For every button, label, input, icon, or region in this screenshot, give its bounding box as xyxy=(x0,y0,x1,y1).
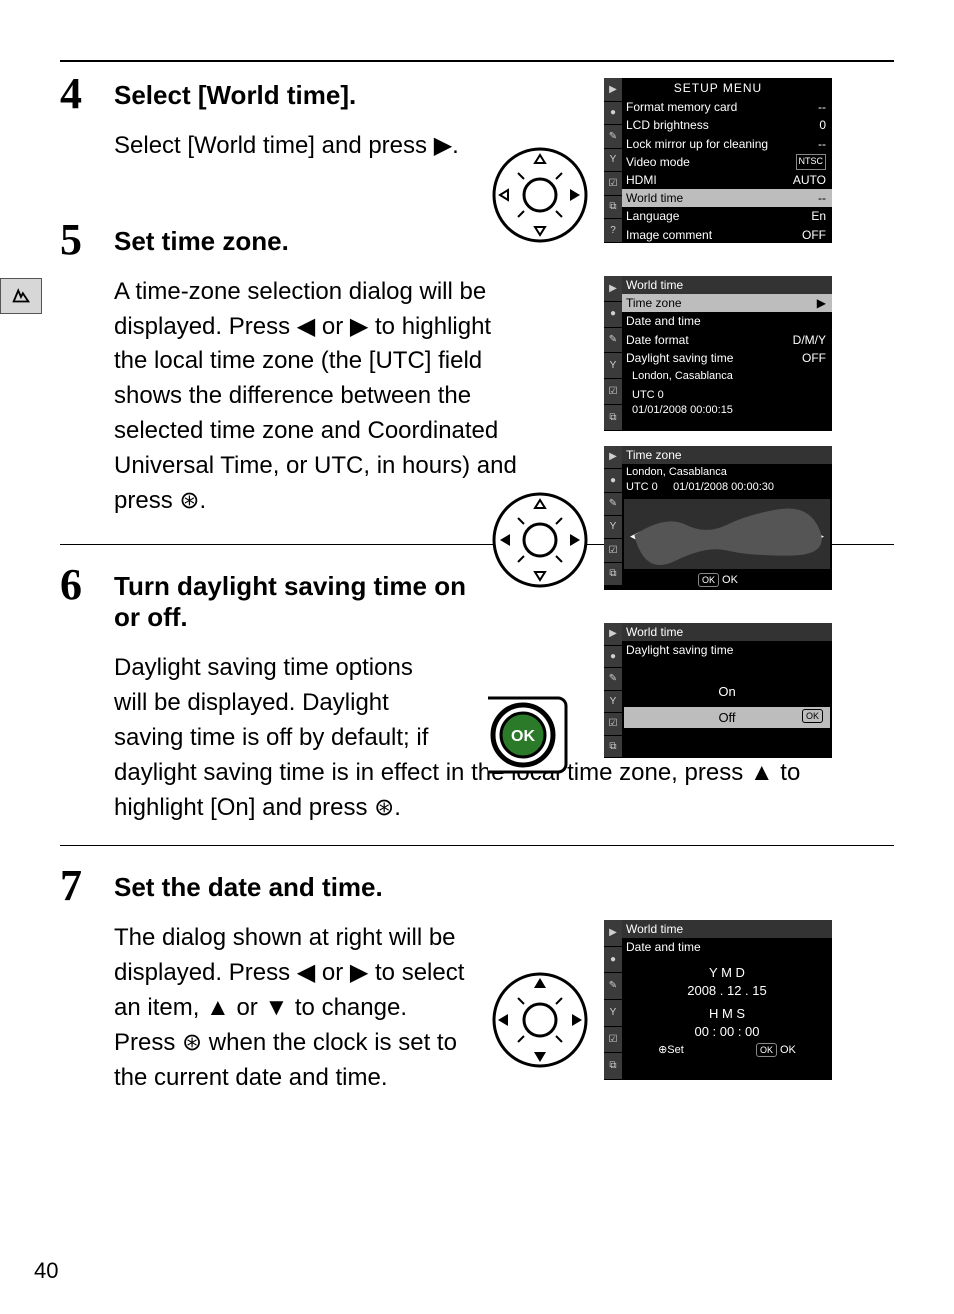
multi-selector-all-icon xyxy=(490,970,590,1070)
step-number-6: 6 xyxy=(60,563,114,607)
step-6-text-a: Daylight saving time options will be dis… xyxy=(114,651,444,755)
setup-tab-icon xyxy=(0,278,42,314)
page-number: 40 xyxy=(34,1258,58,1284)
world-map-icon: ◀ ▶ xyxy=(624,499,830,569)
wrench-icon: Y xyxy=(604,691,622,714)
step-number-7: 7 xyxy=(60,864,114,908)
wrench-icon: Y xyxy=(604,149,622,173)
step-7-title: Set the date and time. xyxy=(114,872,894,903)
step-6-title: Turn daylight saving time on or off. xyxy=(114,571,494,633)
step-4-text: Select [World time] and press ▶. xyxy=(114,129,524,164)
time-zone-screen: ▶●✎Y☑⧉ Time zone London, Casablanca UTC … xyxy=(604,446,832,586)
multi-selector-right-icon xyxy=(490,145,590,245)
setup-menu-title: SETUP MENU xyxy=(604,78,832,98)
date-time-screen: ▶●✎Y☑⧉ World time Date and time Y M D 20… xyxy=(604,920,832,1080)
dst-screen: ▶●✎Y☑⧉ World time Daylight saving time O… xyxy=(604,623,832,758)
ok-button-icon: OK xyxy=(468,680,578,790)
wrench-icon: Y xyxy=(604,353,622,379)
world-time-row: World time-- xyxy=(604,189,832,207)
multi-selector-left-right-icon xyxy=(490,490,590,590)
step-number-4: 4 xyxy=(60,72,114,116)
world-time-menu-screen: ▶●✎Y☑⧉ World time Time zone▶ Date and ti… xyxy=(604,276,832,431)
step-5-text: A time-zone selection dialog will be dis… xyxy=(114,275,524,519)
svg-text:OK: OK xyxy=(511,728,535,745)
wrench-icon: Y xyxy=(604,516,622,539)
step-number-5: 5 xyxy=(60,218,114,262)
wrench-icon: Y xyxy=(604,1000,622,1027)
step-7-text: The dialog shown at right will be displa… xyxy=(114,921,474,1095)
setup-menu-screen: ▶●✎Y☑⧉? SETUP MENU Format memory card-- … xyxy=(604,78,832,243)
